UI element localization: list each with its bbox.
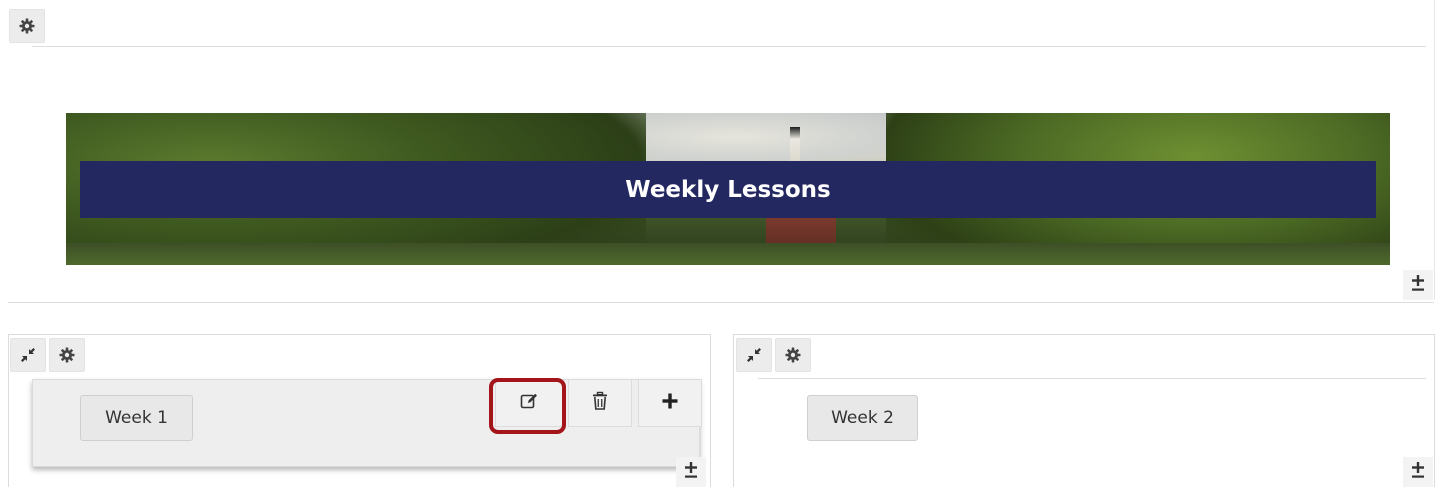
add-section-button[interactable] [1403, 270, 1433, 300]
banner-title: Weekly Lessons [80, 161, 1376, 218]
edit-button-highlight [489, 378, 566, 434]
plus-minus-icon [1410, 274, 1426, 297]
left-add-below-button[interactable] [676, 457, 706, 487]
left-collapse-button[interactable] [10, 338, 46, 372]
gear-icon [785, 347, 801, 363]
right-column-divider [758, 378, 1426, 379]
week-2-button[interactable]: Week 2 [807, 395, 918, 441]
gear-icon [59, 347, 75, 363]
collapse-arrows-icon [746, 347, 762, 363]
delete-button[interactable] [568, 379, 632, 427]
add-item-button[interactable] [638, 379, 702, 427]
week-1-button[interactable]: Week 1 [80, 395, 193, 441]
collapse-arrows-icon [20, 347, 36, 363]
right-settings-button[interactable] [775, 338, 811, 372]
gear-icon [19, 18, 35, 34]
plus-icon [661, 392, 679, 415]
section-settings-button[interactable] [9, 9, 45, 43]
plus-minus-icon [1410, 461, 1426, 484]
plus-minus-icon [683, 461, 699, 484]
right-collapse-button[interactable] [736, 338, 772, 372]
left-settings-button[interactable] [49, 338, 85, 372]
banner-divider [8, 302, 1434, 303]
right-add-below-button[interactable] [1403, 457, 1433, 487]
trash-icon [591, 391, 609, 416]
lessons-page: Weekly Lessons Week 1 Week 2 [0, 0, 1440, 487]
section-divider [32, 46, 1426, 47]
right-edge-line [1434, 0, 1435, 300]
